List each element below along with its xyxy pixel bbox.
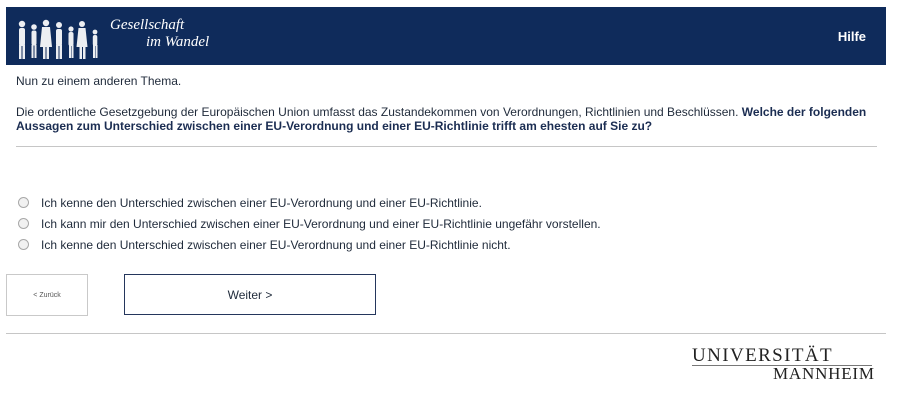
site-logo-text: Gesellschaft im Wandel xyxy=(110,17,209,51)
answer-label: Ich kenne den Unterschied zwischen einer… xyxy=(41,237,511,252)
radio-unchecked-icon[interactable] xyxy=(18,239,29,250)
back-button[interactable]: < Zurück xyxy=(6,274,88,316)
logo-rule xyxy=(692,365,872,366)
university-logo-line-2: MANNHEIM xyxy=(773,364,875,383)
site-header: Gesellschaft im Wandel Hilfe xyxy=(6,7,886,65)
answer-label: Ich kann mir den Unterschied zwischen ei… xyxy=(41,216,601,231)
logo-line-2: im Wandel xyxy=(146,34,210,50)
answer-label: Ich kenne den Unterschied zwischen einer… xyxy=(41,195,482,210)
divider xyxy=(16,146,877,147)
university-logo: UNIVERSITÄT MANNHEIM xyxy=(692,346,875,382)
answer-option-2[interactable]: Ich kann mir den Unterschied zwischen ei… xyxy=(18,213,601,234)
answer-option-3[interactable]: Ich kenne den Unterschied zwischen einer… xyxy=(18,234,601,255)
answer-options: Ich kenne den Unterschied zwischen einer… xyxy=(18,192,601,255)
university-logo-line-1: UNIVERSITÄT xyxy=(692,345,833,366)
help-link[interactable]: Hilfe xyxy=(838,29,866,44)
footer-divider xyxy=(6,333,886,334)
radio-unchecked-icon[interactable] xyxy=(18,218,29,229)
question-context: Die ordentliche Gesetzgebung der Europäi… xyxy=(16,105,739,119)
people-silhouettes-icon xyxy=(18,19,98,59)
answer-option-1[interactable]: Ich kenne den Unterschied zwischen einer… xyxy=(18,192,601,213)
intro-text: Nun zu einem anderen Thema. xyxy=(16,74,182,88)
next-button[interactable]: Weiter > xyxy=(124,274,376,315)
question-text: Die ordentliche Gesetzgebung der Europäi… xyxy=(16,105,878,133)
logo-line-1: Gesellschaft xyxy=(110,17,185,33)
radio-unchecked-icon[interactable] xyxy=(18,197,29,208)
